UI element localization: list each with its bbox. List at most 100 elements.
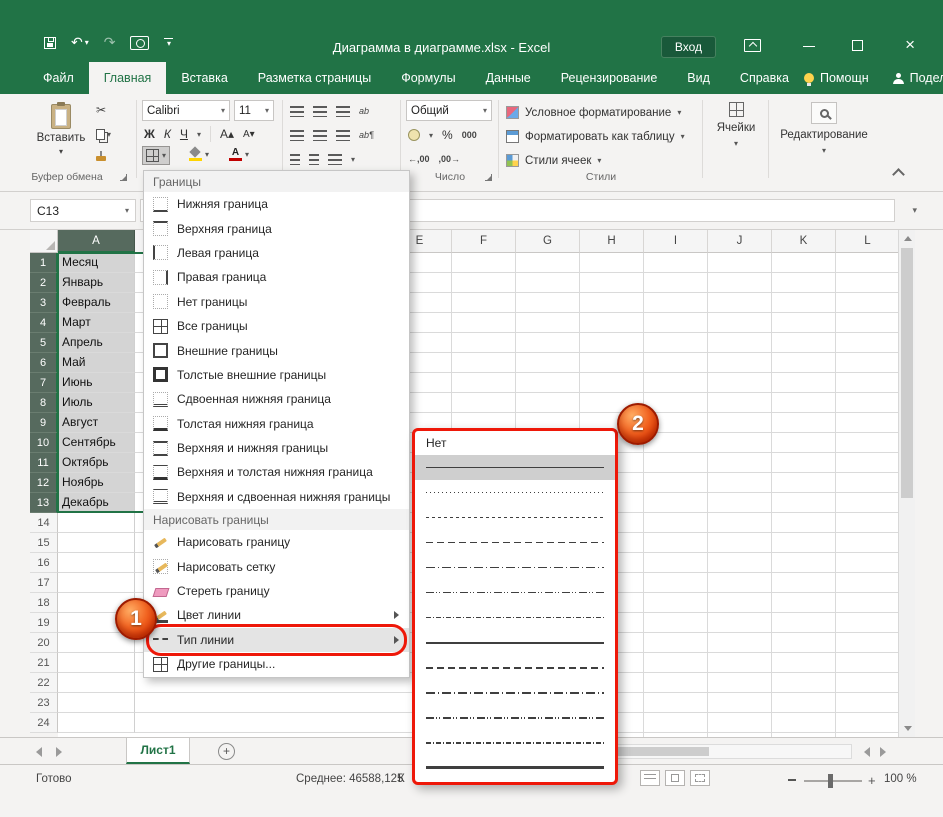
row-header[interactable]: 6 <box>30 353 58 373</box>
column-header-a[interactable]: A <box>58 230 135 253</box>
borders-menu-item[interactable]: Внешние границы <box>144 338 409 362</box>
number-dialog-launcher-icon[interactable] <box>483 172 494 183</box>
number-format-combo[interactable]: Общий▾ <box>406 100 492 121</box>
line-style-option[interactable] <box>415 655 615 680</box>
line-style-option[interactable] <box>415 580 615 605</box>
borders-menu-item[interactable]: Левая граница <box>144 241 409 265</box>
prev-sheet-icon[interactable] <box>36 747 42 757</box>
line-style-option[interactable] <box>415 505 615 530</box>
align-left-icon[interactable] <box>290 130 304 141</box>
align-center-icon[interactable] <box>313 130 327 141</box>
decrease-font-icon[interactable]: А▾ <box>243 129 255 140</box>
increase-indent-icon[interactable] <box>309 154 319 165</box>
line-style-option[interactable] <box>415 455 615 480</box>
row-header[interactable]: 11 <box>30 453 58 473</box>
conditional-formatting-button[interactable]: Условное форматирование▾ <box>506 102 681 123</box>
cell-column-a[interactable] <box>58 693 135 713</box>
share-button[interactable]: Поделиться <box>893 71 943 85</box>
ribbon-tab[interactable]: Вид <box>672 62 725 94</box>
paste-dropdown-icon[interactable]: ▾ <box>59 147 63 156</box>
line-style-option[interactable] <box>415 480 615 505</box>
borders-menu-item[interactable]: Верхняя и нижняя границы <box>144 436 409 460</box>
row-header[interactable]: 1 <box>30 253 58 273</box>
align-middle-icon[interactable] <box>313 106 327 117</box>
sign-in-button[interactable]: Вход <box>661 36 716 58</box>
next-sheet-icon[interactable] <box>56 747 62 757</box>
cell-column-a[interactable] <box>58 573 135 593</box>
row-header[interactable]: 23 <box>30 693 58 713</box>
cell-column-a[interactable] <box>58 673 135 693</box>
borders-menu-item[interactable]: Правая граница <box>144 265 409 289</box>
cell-column-a[interactable]: Февраль <box>58 293 135 313</box>
cell-column-a[interactable] <box>58 513 135 533</box>
align-right-icon[interactable] <box>336 130 350 141</box>
cells-group-button[interactable]: Ячейки ▾ <box>706 94 766 148</box>
redo-icon[interactable]: ↷ <box>104 34 116 51</box>
align-top-icon[interactable] <box>290 106 304 117</box>
ribbon-tab[interactable]: Данные <box>471 62 546 94</box>
line-style-option[interactable] <box>415 755 615 780</box>
cell-column-a[interactable]: Апрель <box>58 333 135 353</box>
line-style-none-option[interactable]: Нет <box>415 431 615 455</box>
undo-dropdown-icon[interactable]: ▾ <box>85 39 89 47</box>
zoom-slider-thumb[interactable] <box>828 774 833 788</box>
percent-style-button[interactable]: % <box>442 128 453 142</box>
scroll-left-icon[interactable] <box>864 747 870 757</box>
name-box-dropdown-icon[interactable]: ▾ <box>125 206 129 215</box>
ribbon-tab[interactable]: Файл <box>28 62 89 94</box>
increase-font-icon[interactable]: А▴ <box>220 127 234 141</box>
ribbon-tab[interactable]: Вставка <box>166 62 242 94</box>
row-header[interactable]: 22 <box>30 673 58 693</box>
minimize-button[interactable] <box>803 46 815 47</box>
column-header[interactable]: G <box>516 230 580 253</box>
cell-column-a[interactable]: Январь <box>58 273 135 293</box>
scroll-up-icon[interactable] <box>904 236 912 241</box>
new-sheet-icon[interactable]: + <box>218 743 235 760</box>
row-header[interactable]: 14 <box>30 513 58 533</box>
ribbon-tab[interactable]: Разметка страницы <box>243 62 386 94</box>
borders-menu-item[interactable]: Толстая нижняя граница <box>144 412 409 436</box>
bold-button[interactable]: Ж <box>144 127 155 141</box>
borders-menu-item[interactable]: Нижняя граница <box>144 192 409 216</box>
line-style-option[interactable] <box>415 530 615 555</box>
row-header[interactable]: 13 <box>30 493 58 513</box>
column-header[interactable]: J <box>708 230 772 253</box>
cell-column-a[interactable]: Ноябрь <box>58 473 135 493</box>
ribbon-tab[interactable]: Главная <box>89 62 167 94</box>
row-header[interactable]: 20 <box>30 633 58 653</box>
line-style-option[interactable] <box>415 555 615 580</box>
cell-column-a[interactable]: Август <box>58 413 135 433</box>
ribbon-tab[interactable]: Справка <box>725 62 804 94</box>
row-header[interactable]: 10 <box>30 433 58 453</box>
borders-menu-item[interactable]: Верхняя и сдвоенная нижняя границы <box>144 485 409 509</box>
font-size-combo[interactable]: 11▾ <box>234 100 274 121</box>
cell-column-a[interactable]: Декабрь <box>58 493 135 513</box>
accounting-format-icon[interactable] <box>408 129 420 141</box>
copy-button[interactable]: ▾ <box>96 126 120 142</box>
fill-color-button[interactable]: ▾ <box>186 146 212 163</box>
zoom-in-icon[interactable]: + <box>868 773 876 788</box>
undo-button[interactable]: ↶▾ <box>71 34 89 51</box>
cell-column-a[interactable]: Май <box>58 353 135 373</box>
camera-icon[interactable] <box>130 36 149 50</box>
save-icon[interactable] <box>44 37 56 49</box>
decrease-decimal-button[interactable]: ,00→ <box>439 154 461 164</box>
expand-formula-bar-icon[interactable]: ▾ <box>912 205 917 216</box>
select-all-corner[interactable] <box>30 230 58 253</box>
tell-me-button[interactable]: Помощн <box>804 71 869 85</box>
page-break-view-icon[interactable] <box>690 770 710 786</box>
ribbon-display-options-icon[interactable] <box>744 39 761 52</box>
italic-button[interactable]: К <box>164 127 171 141</box>
maximize-button[interactable] <box>852 40 863 51</box>
normal-view-icon[interactable] <box>640 770 660 786</box>
underline-dropdown-icon[interactable]: ▾ <box>197 130 201 139</box>
line-style-option[interactable] <box>415 705 615 730</box>
row-header[interactable]: 5 <box>30 333 58 353</box>
page-layout-view-icon[interactable] <box>665 770 685 786</box>
comma-style-button[interactable]: 000 <box>462 130 477 140</box>
name-box[interactable]: C13▾ <box>30 199 136 222</box>
line-style-option[interactable] <box>415 605 615 630</box>
vertical-scrollbar-thumb[interactable] <box>901 248 913 498</box>
align-bottom-icon[interactable] <box>336 106 350 117</box>
row-header[interactable]: 3 <box>30 293 58 313</box>
